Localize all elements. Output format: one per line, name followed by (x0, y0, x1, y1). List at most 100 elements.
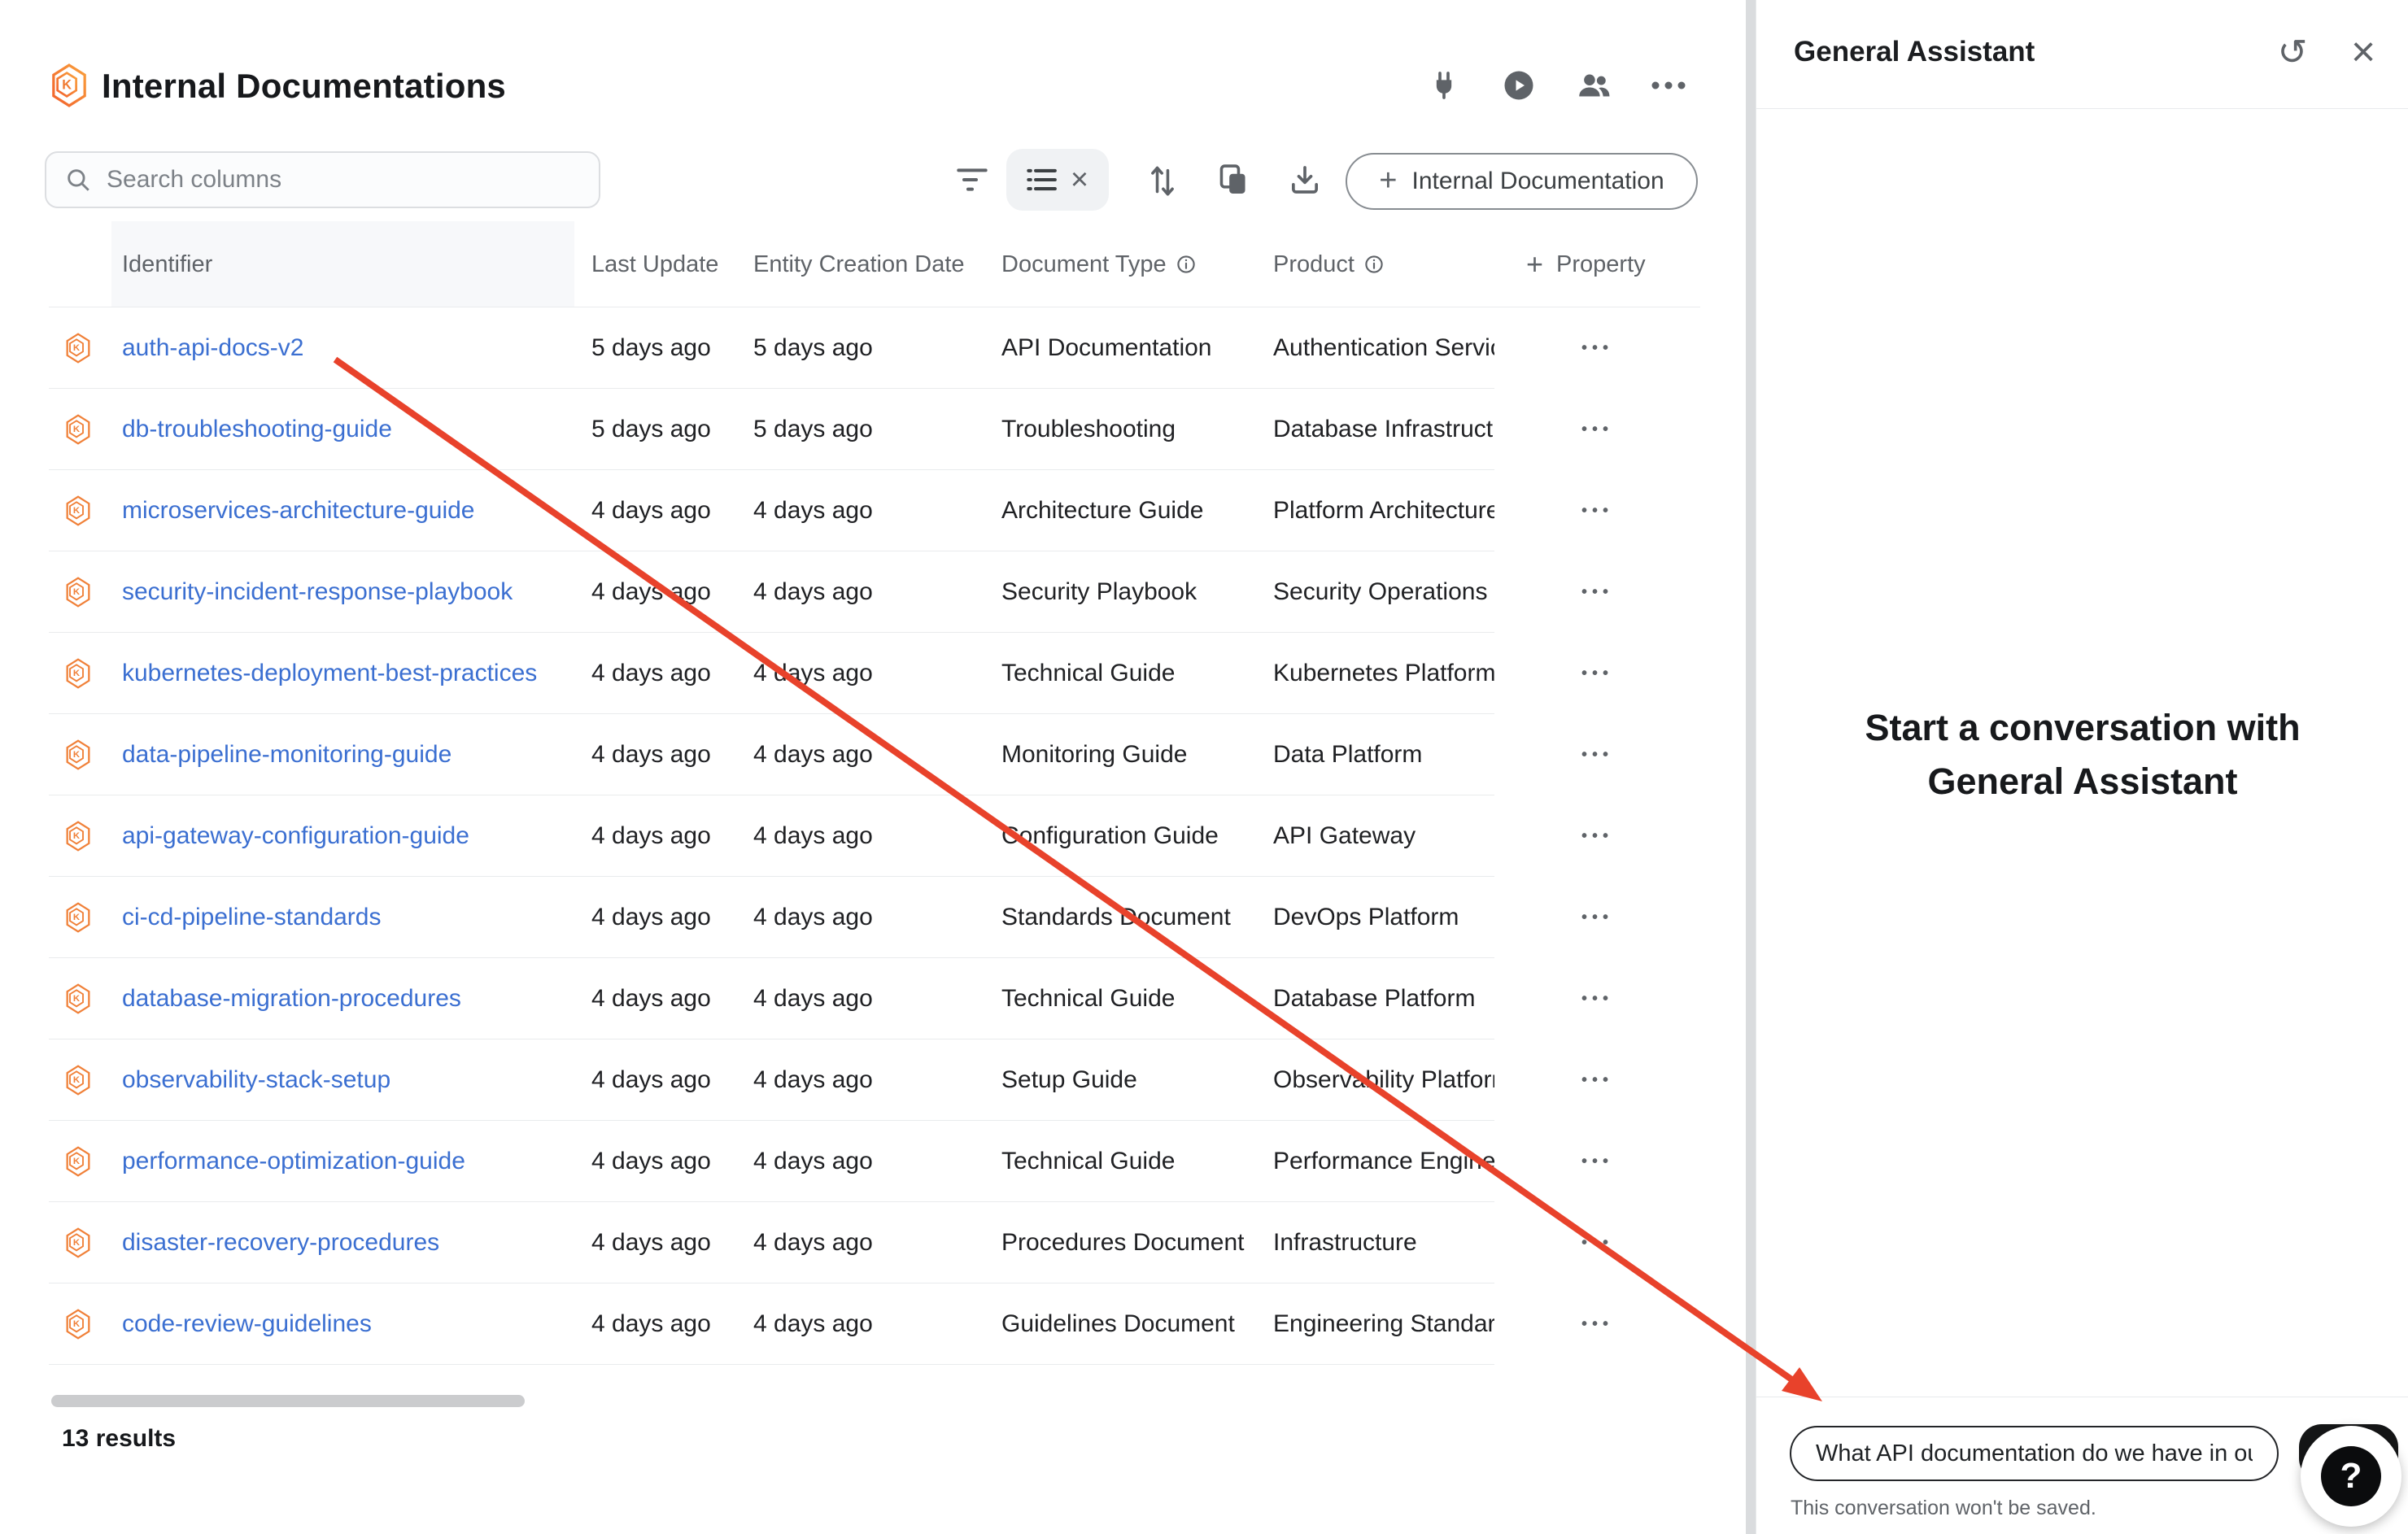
row-actions-button[interactable]: ••• (1581, 502, 1613, 521)
svg-text:K: K (73, 425, 81, 434)
identifier-link[interactable]: data-pipeline-monitoring-guide (122, 714, 452, 795)
help-widget-button[interactable]: ? (2301, 1426, 2401, 1527)
svg-text:K: K (73, 1238, 81, 1248)
product-cell: Engineering Standard (1273, 1283, 1494, 1365)
row-actions-button[interactable]: ••• (1581, 1153, 1613, 1171)
assistant-panel: General Assistant ↺ × Start a conversati… (1756, 0, 2408, 1534)
row-actions-cell: ••• (1494, 877, 1700, 958)
product-cell: Kubernetes Platform (1273, 633, 1494, 714)
copy-icon[interactable] (1215, 161, 1252, 198)
product-cell: Database Platform (1273, 958, 1494, 1039)
page-title: Internal Documentations (102, 67, 506, 106)
assistant-empty-state: Start a conversation with General Assist… (1756, 701, 2408, 808)
col-entity-creation-date[interactable]: Entity Creation Date (753, 221, 965, 307)
row-actions-button[interactable]: ••• (1581, 665, 1613, 683)
group-by-toggle[interactable]: × (1006, 149, 1109, 211)
assistant-title: General Assistant (1794, 36, 2035, 68)
identifier-link[interactable]: disaster-recovery-procedures (122, 1202, 439, 1283)
horizontal-scrollbar[interactable] (51, 1395, 525, 1407)
plug-icon[interactable] (1425, 67, 1463, 104)
table-row: K db-troubleshooting-guide 5 days ago 5 … (49, 389, 1700, 470)
svg-text:K: K (73, 669, 81, 678)
row-actions-cell: ••• (1494, 795, 1700, 877)
entity-blueprint-icon: K (65, 877, 91, 958)
col-identifier[interactable]: Identifier (122, 221, 212, 307)
document-type-cell: Security Playbook (1001, 551, 1197, 633)
identifier-link[interactable]: api-gateway-configuration-guide (122, 795, 469, 877)
last-update-cell: 4 days ago (591, 633, 711, 714)
table-row: K microservices-architecture-guide 4 day… (49, 470, 1700, 551)
identifier-link[interactable]: ci-cd-pipeline-standards (122, 877, 382, 958)
table-row: K database-migration-procedures 4 days a… (49, 958, 1700, 1039)
col-product[interactable]: Product (1273, 221, 1384, 307)
entity-creation-date-cell: 4 days ago (753, 551, 873, 633)
identifier-link[interactable]: code-review-guidelines (122, 1283, 372, 1365)
reset-conversation-icon[interactable]: ↺ (2270, 29, 2315, 75)
add-property-button[interactable]: + Property (1526, 221, 1646, 307)
filter-icon[interactable] (953, 161, 991, 198)
product-cell: Database Infrastructu (1273, 389, 1494, 470)
last-update-cell: 5 days ago (591, 389, 711, 470)
row-actions-button[interactable]: ••• (1581, 1315, 1613, 1334)
product-cell: API Gateway (1273, 795, 1494, 877)
document-type-cell: Technical Guide (1001, 633, 1175, 714)
add-internal-documentation-button[interactable]: + Internal Documentation (1346, 153, 1698, 210)
identifier-link[interactable]: performance-optimization-guide (122, 1121, 465, 1202)
identifier-link[interactable]: observability-stack-setup (122, 1039, 390, 1121)
entity-blueprint-icon: K (65, 795, 91, 877)
row-actions-cell: ••• (1494, 1283, 1700, 1365)
product-cell: Observability Platform (1273, 1039, 1494, 1121)
row-actions-button[interactable]: ••• (1581, 583, 1613, 602)
help-icon: ? (2321, 1446, 2381, 1506)
row-actions-cell: ••• (1494, 470, 1700, 551)
identifier-link[interactable]: database-migration-procedures (122, 958, 461, 1039)
identifier-link[interactable]: microservices-architecture-guide (122, 470, 474, 551)
last-update-cell: 5 days ago (591, 307, 711, 389)
more-options-icon[interactable] (1650, 67, 1687, 104)
entity-blueprint-icon: K (65, 1202, 91, 1283)
document-type-cell: Technical Guide (1001, 958, 1175, 1039)
users-icon[interactable] (1575, 67, 1612, 104)
last-update-cell: 4 days ago (591, 958, 711, 1039)
search-input[interactable] (107, 166, 581, 194)
product-cell: Security Operations (1273, 551, 1494, 633)
sort-icon[interactable] (1144, 161, 1181, 198)
search-icon (64, 166, 92, 194)
row-actions-button[interactable]: ••• (1581, 339, 1613, 358)
assistant-message-input[interactable] (1790, 1426, 2279, 1481)
entity-creation-date-cell: 4 days ago (753, 633, 873, 714)
row-actions-button[interactable]: ••• (1581, 421, 1613, 439)
col-document-type[interactable]: Document Type (1001, 221, 1196, 307)
download-icon[interactable] (1286, 161, 1324, 198)
document-type-cell: Procedures Document (1001, 1202, 1244, 1283)
identifier-link[interactable]: kubernetes-deployment-best-practices (122, 633, 537, 714)
entity-blueprint-icon: K (65, 307, 91, 389)
entity-blueprint-icon: K (65, 633, 91, 714)
blueprint-icon: K (50, 63, 88, 107)
row-actions-cell: ••• (1494, 389, 1700, 470)
plus-icon: + (1526, 247, 1543, 281)
vertical-scrollbar[interactable] (1746, 0, 1756, 1534)
row-actions-button[interactable]: ••• (1581, 827, 1613, 846)
table-header: Identifier Last Update Entity Creation D… (49, 221, 1700, 307)
row-actions-button[interactable]: ••• (1581, 746, 1613, 765)
row-actions-button[interactable]: ••• (1581, 1234, 1613, 1253)
panel-header-divider (1756, 108, 2408, 109)
play-circle-icon[interactable] (1500, 67, 1538, 104)
document-type-cell: Technical Guide (1001, 1121, 1175, 1202)
col-last-update[interactable]: Last Update (591, 221, 718, 307)
list-view-icon (1027, 167, 1058, 193)
row-actions-cell: ••• (1494, 714, 1700, 795)
row-actions-button[interactable]: ••• (1581, 1071, 1613, 1090)
table-row: K data-pipeline-monitoring-guide 4 days … (49, 714, 1700, 795)
svg-text:K: K (62, 77, 72, 92)
close-panel-icon[interactable]: × (2340, 29, 2386, 75)
identifier-link[interactable]: auth-api-docs-v2 (122, 307, 303, 389)
clear-group-icon[interactable]: × (1071, 164, 1088, 195)
identifier-link[interactable]: db-troubleshooting-guide (122, 389, 392, 470)
identifier-link[interactable]: security-incident-response-playbook (122, 551, 513, 633)
product-cell: DevOps Platform (1273, 877, 1494, 958)
row-actions-button[interactable]: ••• (1581, 990, 1613, 1009)
row-actions-button[interactable]: ••• (1581, 909, 1613, 927)
svg-text:K: K (73, 994, 81, 1004)
